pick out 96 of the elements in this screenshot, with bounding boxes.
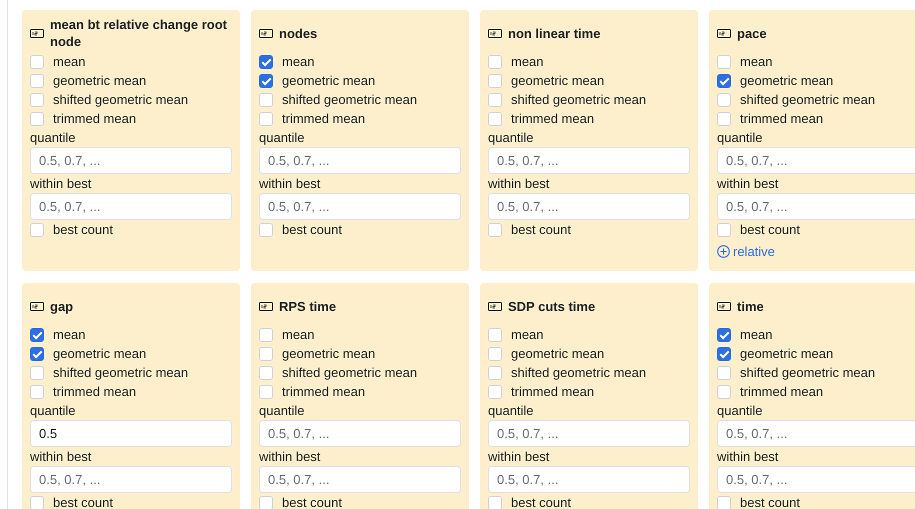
number-field-icon (259, 28, 273, 38)
checkbox-label: mean (740, 54, 773, 69)
checkbox-label: best count (740, 222, 800, 237)
field-label: quantile (30, 402, 77, 420)
checkbox-label: geometric mean (511, 73, 604, 88)
field-label: within best (30, 175, 92, 193)
field-label: quantile (488, 129, 535, 147)
field-label: quantile (717, 402, 764, 420)
input-field[interactable]: 0.5, 0.7, ... (717, 147, 915, 174)
input-field[interactable]: 0.5 (30, 420, 232, 447)
checkbox[interactable] (259, 54, 273, 68)
field-label: within best (717, 448, 780, 466)
field-label: quantile (259, 129, 306, 147)
input-field[interactable]: 0.5, 0.7, ... (488, 466, 690, 493)
field-label: within best (488, 175, 550, 193)
field-label: within best (488, 448, 550, 466)
checkbox-label: trimmed mean (740, 111, 824, 126)
number-field-icon (488, 302, 502, 310)
field-label: within best (259, 448, 322, 466)
checkbox-label: geometric mean (282, 346, 376, 361)
checkbox-label: trimmed mean (282, 384, 366, 399)
number-field-icon (717, 302, 731, 310)
card-title: gap (50, 298, 74, 314)
card-title: nodes (279, 24, 318, 42)
checkbox-label: mean (511, 54, 544, 69)
input-field[interactable]: 0.5, 0.7, ... (488, 193, 690, 220)
checkbox-label: geometric mean (740, 346, 834, 361)
checkbox[interactable] (717, 346, 731, 360)
card-title: SDP cuts time (508, 298, 596, 314)
checkbox-label: trimmed mean (282, 111, 366, 126)
field-label: quantile (717, 129, 764, 147)
input-field[interactable]: 0.5, 0.7, ... (717, 193, 915, 220)
card-title: non linear time (508, 24, 600, 42)
field-label: within best (717, 175, 780, 193)
field-label: quantile (259, 402, 306, 420)
input-field[interactable]: 0.5, 0.7, ... (259, 147, 461, 174)
checkbox-label: best count (282, 222, 342, 237)
checkbox-label: best count (740, 495, 800, 509)
card-title: pace (737, 24, 767, 42)
checkbox[interactable] (30, 346, 44, 360)
number-field-icon (488, 28, 502, 38)
field-label: within best (30, 448, 92, 466)
input-field[interactable]: 0.5, 0.7, ... (30, 193, 232, 220)
checkbox-label: mean (282, 54, 315, 69)
checkbox-label: shifted geometric mean (282, 365, 418, 380)
plus-circle-icon (717, 245, 730, 258)
checkbox-label: shifted geometric mean (740, 92, 876, 107)
card-title: time (737, 298, 764, 314)
checkbox-label: best count (282, 495, 342, 509)
checkbox-label: best count (53, 495, 113, 509)
checkbox-label: trimmed mean (740, 384, 824, 399)
number-field-icon (259, 302, 273, 310)
checkbox-label: geometric mean (53, 73, 146, 88)
number-field-icon (30, 302, 44, 310)
input-field[interactable]: 0.5, 0.7, ... (717, 420, 915, 447)
checkbox[interactable] (259, 74, 273, 88)
checkbox-label: best count (53, 222, 113, 237)
card-title: RPS time (279, 298, 336, 314)
checkbox-label: geometric mean (511, 346, 604, 361)
checkbox-label: geometric mean (282, 73, 376, 88)
checkbox-label: best count (511, 495, 571, 509)
field-label: within best (259, 175, 322, 193)
input-field[interactable]: 0.5, 0.7, ... (30, 147, 232, 174)
input-field[interactable]: 0.5, 0.7, ... (259, 420, 461, 447)
checkbox-label: geometric mean (53, 346, 146, 361)
checkbox-label: mean (282, 327, 315, 342)
input-field[interactable]: 0.5, 0.7, ... (488, 147, 690, 174)
input-field[interactable]: 0.5, 0.7, ... (717, 466, 915, 493)
checkbox[interactable] (717, 74, 731, 88)
checkbox-label: trimmed mean (53, 111, 136, 126)
input-field[interactable]: 0.5, 0.7, ... (488, 420, 690, 447)
checkbox[interactable] (30, 328, 44, 342)
number-field-icon (717, 28, 731, 38)
checkbox-label: shifted geometric mean (511, 365, 646, 380)
relative-link[interactable]: relative (717, 242, 775, 261)
checkbox-label: geometric mean (740, 73, 834, 88)
checkbox-label: shifted geometric mean (511, 92, 646, 107)
checkbox-label: shifted geometric mean (282, 92, 418, 107)
checkbox-label: mean (53, 327, 86, 342)
input-field[interactable]: 0.5, 0.7, ... (259, 466, 461, 493)
checkbox-label: shifted geometric mean (740, 365, 876, 380)
checkbox-label: best count (511, 222, 571, 237)
checkbox[interactable] (717, 328, 731, 342)
checkbox-label: shifted geometric mean (53, 365, 188, 380)
field-label: quantile (488, 402, 535, 420)
input-field[interactable]: 0.5, 0.7, ... (30, 466, 232, 493)
checkbox-label: trimmed mean (511, 384, 594, 399)
checkbox-label: mean (53, 54, 86, 69)
number-field-icon (30, 28, 44, 38)
field-label: quantile (30, 129, 77, 147)
checkbox-label: mean (740, 327, 773, 342)
checkbox-label: mean (511, 327, 544, 342)
checkbox-label: trimmed mean (53, 384, 136, 399)
input-field[interactable]: 0.5, 0.7, ... (259, 193, 461, 220)
checkbox-label: shifted geometric mean (53, 92, 188, 107)
checkbox-label: trimmed mean (511, 111, 594, 126)
